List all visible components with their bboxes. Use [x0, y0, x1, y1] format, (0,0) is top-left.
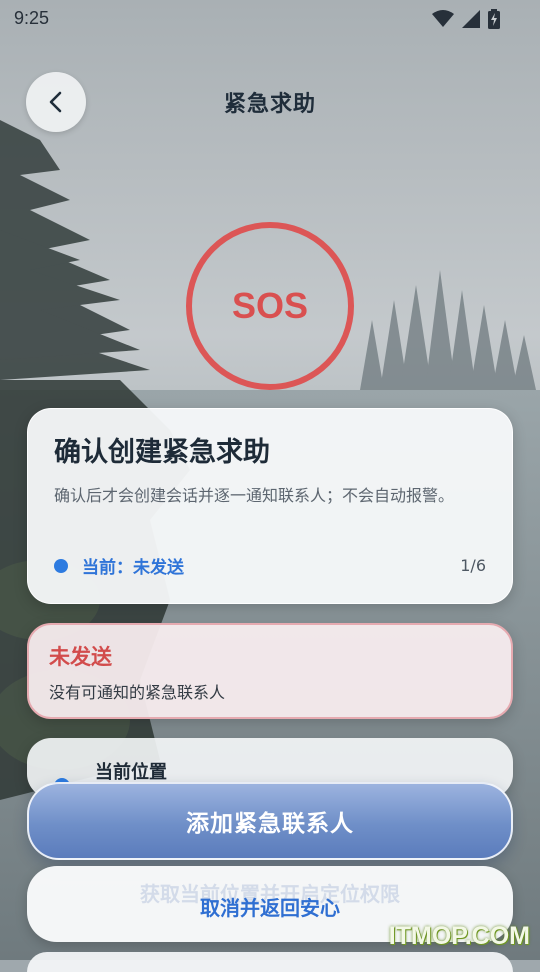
step-counter: 1/6 [460, 556, 486, 575]
sos-label: SOS [231, 285, 309, 326]
error-message: 没有可通知的紧急联系人 [49, 683, 226, 702]
add-emergency-contact-button[interactable]: 添加紧急联系人 [27, 782, 513, 860]
confirm-sos-card: 确认创建紧急求助 确认后才会创建会话并逐一通知联系人；不会自动报警。 当前：未发… [27, 408, 513, 604]
battery-charging-icon [488, 9, 500, 29]
send-status-label: 当前：未发送 [82, 558, 184, 578]
wifi-icon [432, 10, 454, 27]
confirm-description: 确认后才会创建会话并逐一通知联系人；不会自动报警。 [54, 486, 455, 505]
confirm-title: 确认创建紧急求助 [54, 437, 270, 468]
page-title: 紧急求助 [223, 92, 316, 117]
bottom-card-edge [27, 952, 513, 972]
location-title: 当前位置 [95, 762, 167, 783]
status-icons [432, 8, 500, 30]
error-card: 未发送 没有可通知的紧急联系人 [27, 623, 513, 719]
error-title: 未发送 [49, 645, 112, 669]
status-dot-icon [54, 558, 68, 573]
cellular-signal-icon [462, 10, 480, 28]
send-status-row: 当前：未发送 1/6 [54, 553, 486, 578]
watermark: ITMOP.COM [388, 922, 530, 950]
status-time: 9:25 [14, 8, 50, 28]
status-bar: 9:25 [0, 0, 540, 36]
cancel-return-label: 取消并返回安心 [200, 896, 340, 920]
sos-button[interactable]: SOS [186, 222, 354, 390]
